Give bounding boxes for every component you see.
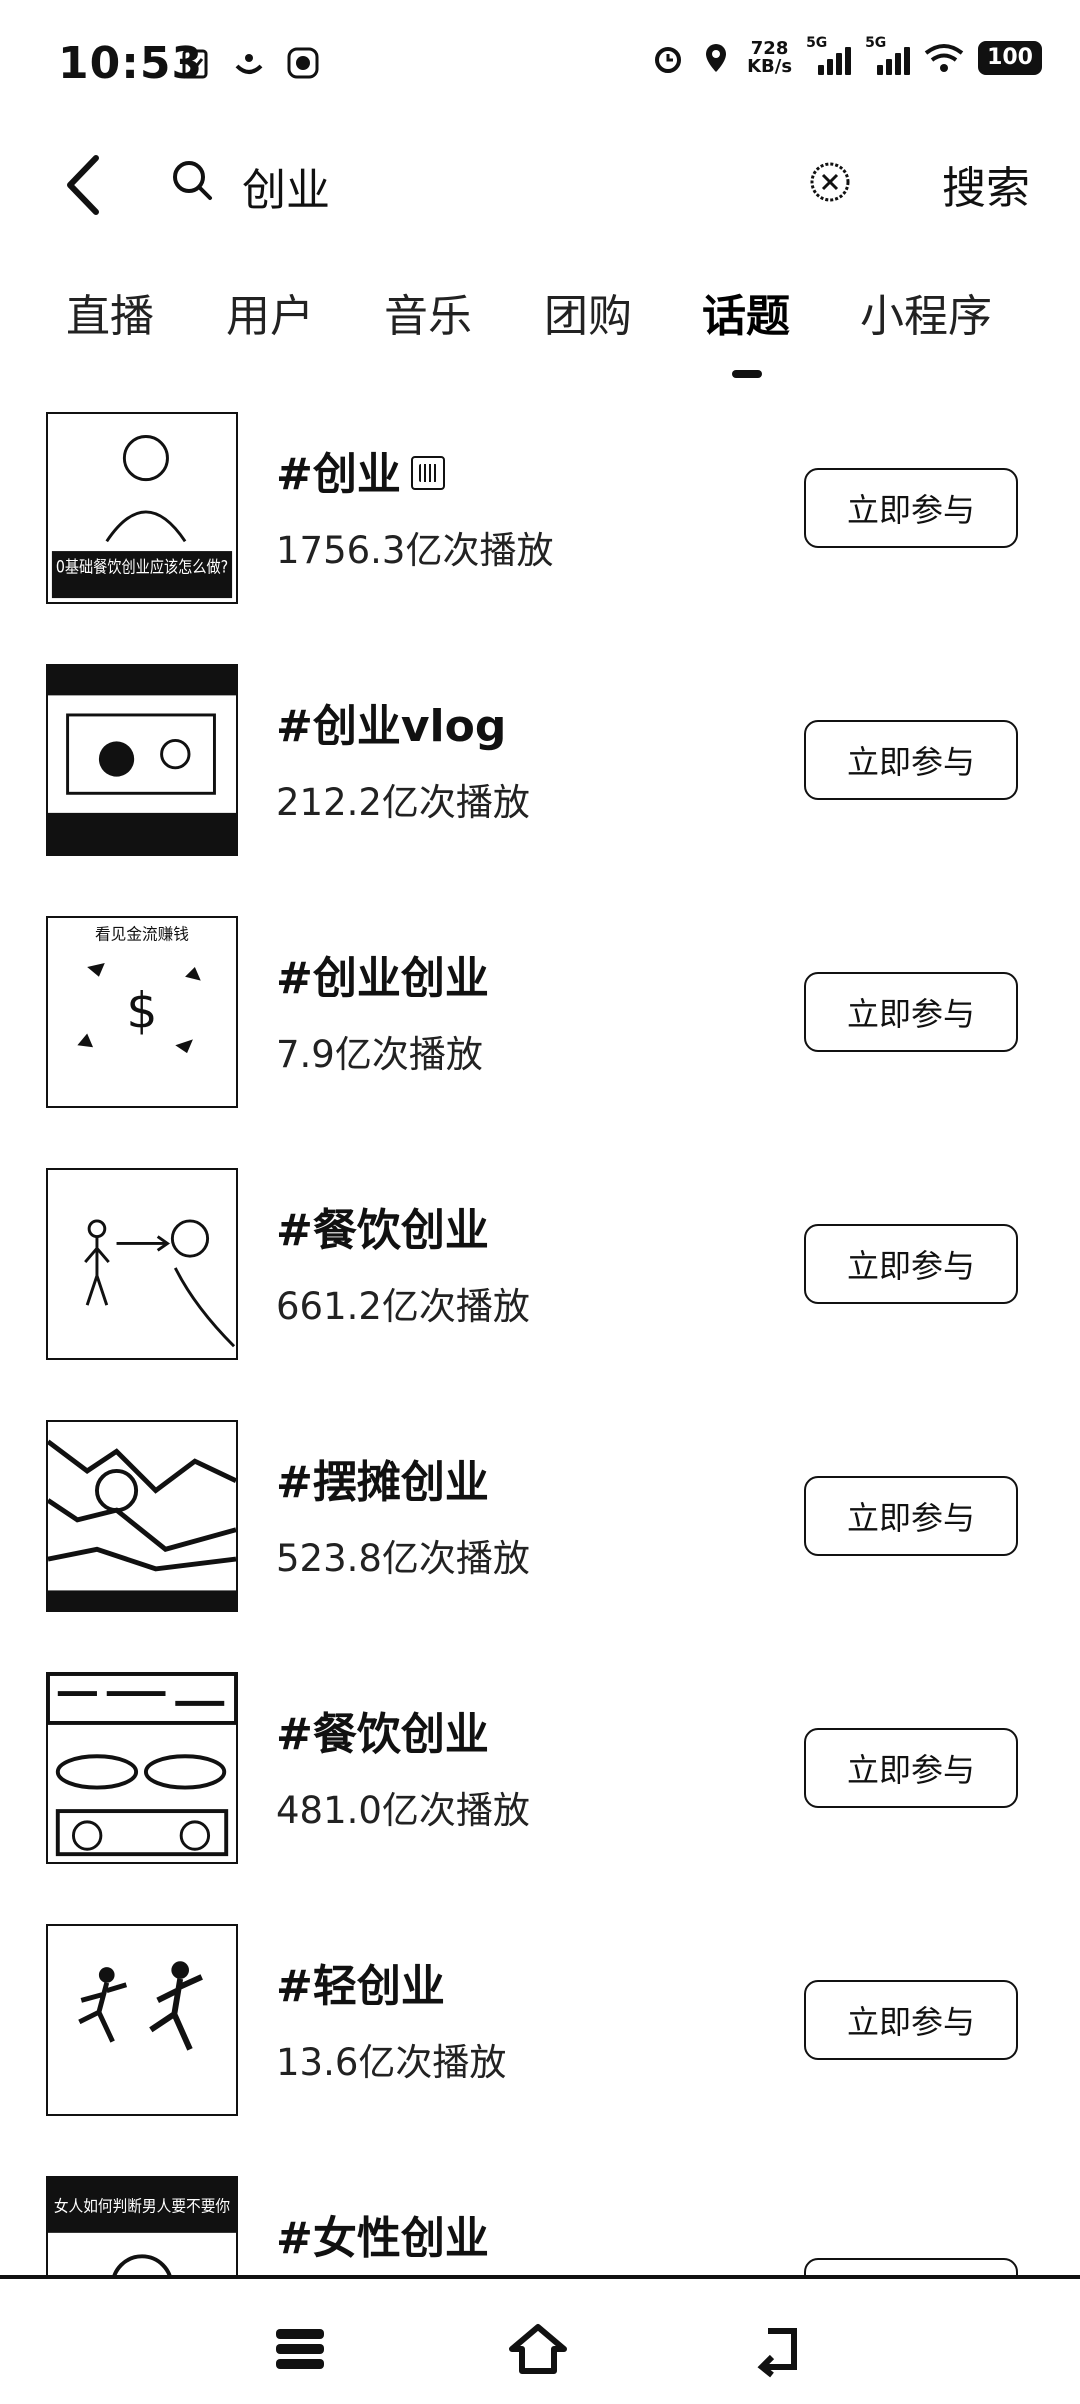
- location-icon: [706, 44, 727, 72]
- signal-icon: 5G: [806, 35, 852, 75]
- tab-topics[interactable]: 话题: [702, 280, 790, 344]
- list-item[interactable]: 0基础餐饮创业应该怎么做? #创业 1756.3亿次播放 立即参与: [0, 408, 1080, 608]
- system-nav-bar: [0, 2275, 1080, 2404]
- topic-play-count: 7.9亿次播放: [276, 1033, 483, 1076]
- menu-icon[interactable]: [270, 2319, 330, 2379]
- topic-title: #摆摊创业: [276, 1457, 489, 1508]
- signal-icon-2: 5G: [865, 35, 911, 75]
- join-button[interactable]: 立即参与: [804, 468, 1018, 548]
- home-icon[interactable]: [508, 2319, 568, 2379]
- topic-title: #餐饮创业: [276, 1709, 489, 1760]
- topic-thumbnail: [46, 1672, 238, 1864]
- topic-thumbnail: [46, 1924, 238, 2116]
- app-notification-icon: [235, 54, 263, 74]
- clear-icon[interactable]: [808, 160, 852, 204]
- topic-thumbnail: [46, 1420, 238, 1612]
- join-button[interactable]: 立即参与: [804, 1476, 1018, 1556]
- back-icon[interactable]: [750, 2319, 810, 2379]
- topic-play-count: 1756.3亿次播放: [276, 529, 554, 572]
- search-bar: 创业 搜索: [0, 130, 1080, 240]
- topic-play-count: 13.6亿次播放: [276, 2041, 507, 2084]
- topic-play-count: 523.8亿次播放: [276, 1537, 530, 1580]
- wifi-icon: [924, 44, 964, 72]
- notification-icons: [178, 46, 320, 80]
- join-button[interactable]: 立即参与: [804, 1224, 1018, 1304]
- search-icon: [173, 161, 212, 200]
- battery-icon: 100: [978, 41, 1042, 75]
- thumb-caption: 0基础餐饮创业应该怎么做?: [56, 558, 228, 577]
- topic-thumbnail: [46, 1168, 238, 1360]
- svg-text:$: $: [126, 983, 157, 1040]
- tab-active-indicator: [732, 370, 762, 378]
- tab-mini-programs[interactable]: 小程序: [860, 280, 992, 344]
- topic-thumbnail: 看见金流赚钱 $: [46, 916, 238, 1108]
- net-speed: 728 KB/s: [747, 38, 793, 77]
- thumb-caption: 女人如何判断男人要不要你: [54, 2196, 230, 2215]
- topic-title: #女性创业: [276, 2213, 489, 2264]
- topic-title: #轻创业: [276, 1961, 445, 2012]
- list-item[interactable]: #轻创业 13.6亿次播放 立即参与: [0, 1920, 1080, 2120]
- tab-music[interactable]: 音乐: [384, 280, 472, 344]
- topic-thumbnail: [46, 664, 238, 856]
- tab-live[interactable]: 直播: [66, 280, 154, 344]
- topic-play-count: 212.2亿次播放: [276, 781, 530, 824]
- tab-group-buy[interactable]: 团购: [544, 280, 632, 344]
- topic-title: #创业vlog: [276, 701, 507, 752]
- back-arrow-icon[interactable]: [58, 152, 108, 218]
- hand-icon: [287, 47, 319, 79]
- join-button[interactable]: 立即参与: [804, 1980, 1018, 2060]
- alarm-icon: [655, 47, 682, 73]
- join-button[interactable]: 立即参与: [804, 972, 1018, 1052]
- topic-title: #创业创业: [276, 953, 489, 1004]
- search-button[interactable]: 搜索: [942, 152, 1030, 216]
- list-item[interactable]: 看见金流赚钱 $ #创业创业 7.9亿次播放 立即参与: [0, 912, 1080, 1112]
- hot-badge-icon: [410, 456, 445, 490]
- tab-users[interactable]: 用户: [226, 280, 314, 344]
- list-item[interactable]: #餐饮创业 481.0亿次播放 立即参与: [0, 1668, 1080, 1868]
- join-button[interactable]: 立即参与: [804, 720, 1018, 800]
- thumb-caption: 看见金流赚钱: [95, 925, 189, 944]
- list-item[interactable]: #餐饮创业 661.2亿次播放 立即参与: [0, 1164, 1080, 1364]
- topic-play-count: 481.0亿次播放: [276, 1789, 530, 1832]
- status-bar: 10:53 728 KB/s 5G 5G 100: [0, 0, 1080, 130]
- list-item[interactable]: #摆摊创业 523.8亿次播放 立即参与: [0, 1416, 1080, 1616]
- topic-title: #创业: [276, 438, 445, 502]
- topic-title: #餐饮创业: [276, 1205, 489, 1256]
- join-button[interactable]: 立即参与: [804, 1728, 1018, 1808]
- clipboard-icon: [182, 49, 208, 79]
- status-right: 728 KB/s 5G 5G 100: [651, 35, 1042, 77]
- search-input[interactable]: 创业: [242, 154, 330, 218]
- topic-play-count: 661.2亿次播放: [276, 1285, 530, 1328]
- list-item[interactable]: #创业vlog 212.2亿次播放 立即参与: [0, 660, 1080, 860]
- category-tabs: 直播 用户 音乐 团购 话题 小程序: [0, 280, 1080, 380]
- topic-thumbnail: 0基础餐饮创业应该怎么做?: [46, 412, 238, 604]
